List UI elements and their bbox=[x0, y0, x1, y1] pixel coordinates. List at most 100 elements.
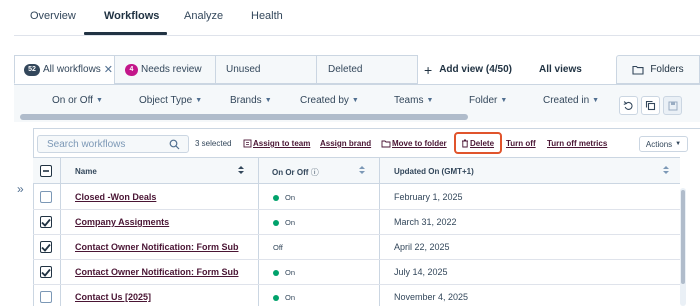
move-to-folder-button[interactable]: Move to folder bbox=[381, 139, 447, 148]
table-row bbox=[33, 209, 680, 210]
tab-analyze[interactable]: Analyze bbox=[184, 10, 223, 22]
caret-down-icon: ▼ bbox=[95, 97, 103, 104]
search-placeholder: Search workflows bbox=[47, 138, 126, 150]
workflow-name-link[interactable]: Contact Owner Notification: Form Sub bbox=[75, 242, 239, 252]
column-header-name[interactable]: Name bbox=[75, 167, 97, 176]
tab-workflows[interactable]: Workflows bbox=[104, 10, 159, 22]
view-tab-needs-review[interactable]: 4 Needs review bbox=[114, 55, 216, 84]
search-input[interactable]: Search workflows bbox=[37, 135, 189, 153]
copy-icon bbox=[645, 100, 656, 111]
caret-down-icon: ▼ bbox=[426, 97, 434, 104]
turn-off-metrics-button[interactable]: Turn off metrics bbox=[547, 139, 607, 148]
info-icon: ⓘ bbox=[310, 168, 319, 177]
minus-icon bbox=[43, 170, 49, 172]
status-dot-icon bbox=[273, 294, 279, 301]
plus-icon: + bbox=[424, 61, 433, 78]
status-text: On bbox=[285, 268, 296, 277]
workflow-name-link[interactable]: Closed -Won Deals bbox=[75, 192, 156, 202]
tab-health[interactable]: Health bbox=[251, 10, 283, 22]
count-badge: 4 bbox=[125, 63, 138, 76]
sort-icon[interactable] bbox=[662, 165, 670, 175]
checkmark-icon bbox=[41, 268, 51, 277]
clone-view-button[interactable] bbox=[641, 96, 660, 115]
save-icon bbox=[668, 101, 677, 110]
column-header-on-or-off[interactable]: On Or Off ⓘ bbox=[272, 167, 319, 178]
filter-object-type[interactable]: Object Type ▼ bbox=[139, 95, 202, 106]
view-tab-unused[interactable]: Unused bbox=[215, 55, 317, 84]
updated-on-cell: July 14, 2025 bbox=[394, 267, 448, 277]
filter-brands[interactable]: Brands ▼ bbox=[230, 95, 272, 106]
row-checkbox[interactable] bbox=[40, 191, 52, 203]
expand-sidebar-icon[interactable]: » bbox=[17, 182, 24, 196]
status-dot-icon bbox=[273, 219, 279, 226]
table-row bbox=[33, 259, 680, 260]
vertical-scrollbar[interactable] bbox=[681, 190, 685, 284]
view-tab-deleted[interactable]: Deleted bbox=[316, 55, 418, 84]
status-cell: Off bbox=[273, 243, 283, 252]
folder-icon bbox=[632, 65, 644, 75]
row-checkbox[interactable] bbox=[40, 216, 52, 228]
folder-icon bbox=[381, 140, 391, 147]
row-checkbox[interactable] bbox=[40, 291, 52, 303]
table-row bbox=[33, 234, 680, 235]
caret-down-icon: ▼ bbox=[500, 97, 508, 104]
status-text: On bbox=[285, 193, 296, 202]
updated-on-cell: February 1, 2025 bbox=[394, 192, 463, 202]
close-icon[interactable]: ✕ bbox=[104, 63, 113, 76]
column-header-updated-on[interactable]: Updated On (GMT+1) bbox=[394, 167, 474, 176]
folders-label: Folders bbox=[650, 64, 684, 75]
view-tab-label: Unused bbox=[226, 64, 261, 75]
workflow-name-link[interactable]: Company Assigments bbox=[75, 217, 169, 227]
status-cell: On bbox=[273, 268, 295, 277]
sort-icon[interactable] bbox=[358, 165, 366, 175]
updated-on-cell: March 31, 2022 bbox=[394, 217, 457, 227]
view-tab-label: All workflows bbox=[43, 64, 101, 75]
selected-count: 3 selected bbox=[195, 139, 232, 148]
save-view-button[interactable] bbox=[663, 96, 682, 115]
add-view-button[interactable]: + Add view (4/50) bbox=[424, 55, 512, 84]
undo-button[interactable] bbox=[619, 96, 638, 115]
caret-down-icon: ▼ bbox=[675, 141, 682, 147]
team-icon bbox=[243, 139, 252, 148]
turn-off-button[interactable]: Turn off bbox=[506, 139, 536, 148]
assign-brand-button[interactable]: Assign brand bbox=[320, 139, 371, 148]
status-dot-icon bbox=[273, 194, 279, 201]
workflow-name-link[interactable]: Contact Owner Notification: Form Sub bbox=[75, 267, 239, 277]
checkmark-icon bbox=[41, 243, 51, 252]
caret-down-icon: ▼ bbox=[195, 97, 203, 104]
search-icon[interactable] bbox=[169, 139, 180, 150]
status-cell: On bbox=[273, 293, 295, 302]
tab-overview[interactable]: Overview bbox=[30, 10, 76, 22]
row-checkbox[interactable] bbox=[40, 241, 52, 253]
caret-down-icon: ▼ bbox=[351, 97, 359, 104]
filter-teams[interactable]: Teams ▼ bbox=[394, 95, 433, 106]
status-text: On bbox=[285, 293, 296, 302]
status-dot-icon bbox=[273, 269, 279, 276]
add-view-label: Add view (4/50) bbox=[439, 64, 512, 75]
folders-button[interactable]: Folders bbox=[616, 55, 700, 84]
select-all-checkbox[interactable] bbox=[40, 165, 52, 177]
top-nav-tabs: Overview Workflows Analyze Health bbox=[0, 0, 700, 36]
workflow-name-link[interactable]: Contact Us [2025] bbox=[75, 292, 151, 302]
status-text: On bbox=[285, 218, 296, 227]
filter-folder[interactable]: Folder ▼ bbox=[469, 95, 507, 106]
divider bbox=[14, 35, 700, 36]
all-views-button[interactable]: All views bbox=[539, 55, 582, 84]
filter-created-in[interactable]: Created in ▼ bbox=[543, 95, 599, 106]
delete-highlight-box bbox=[454, 132, 502, 154]
sort-icon[interactable] bbox=[237, 165, 245, 175]
row-checkbox[interactable] bbox=[40, 266, 52, 278]
actions-dropdown[interactable]: Actions ▼ bbox=[639, 136, 688, 152]
count-badge: 52 bbox=[24, 63, 40, 76]
caret-down-icon: ▼ bbox=[592, 97, 600, 104]
view-tab-all-workflows[interactable]: 52 All workflows ✕ bbox=[14, 55, 115, 84]
undo-icon bbox=[623, 101, 633, 110]
view-tab-label: Needs review bbox=[141, 64, 202, 75]
status-cell: On bbox=[273, 218, 295, 227]
updated-on-cell: April 22, 2025 bbox=[394, 242, 450, 252]
horizontal-scrollbar[interactable] bbox=[20, 114, 468, 120]
filter-created-by[interactable]: Created by ▼ bbox=[300, 95, 359, 106]
caret-down-icon: ▼ bbox=[264, 97, 272, 104]
assign-to-team-button[interactable]: Assign to team bbox=[243, 139, 310, 148]
filter-on-or-off[interactable]: On or Off ▼ bbox=[52, 95, 103, 106]
